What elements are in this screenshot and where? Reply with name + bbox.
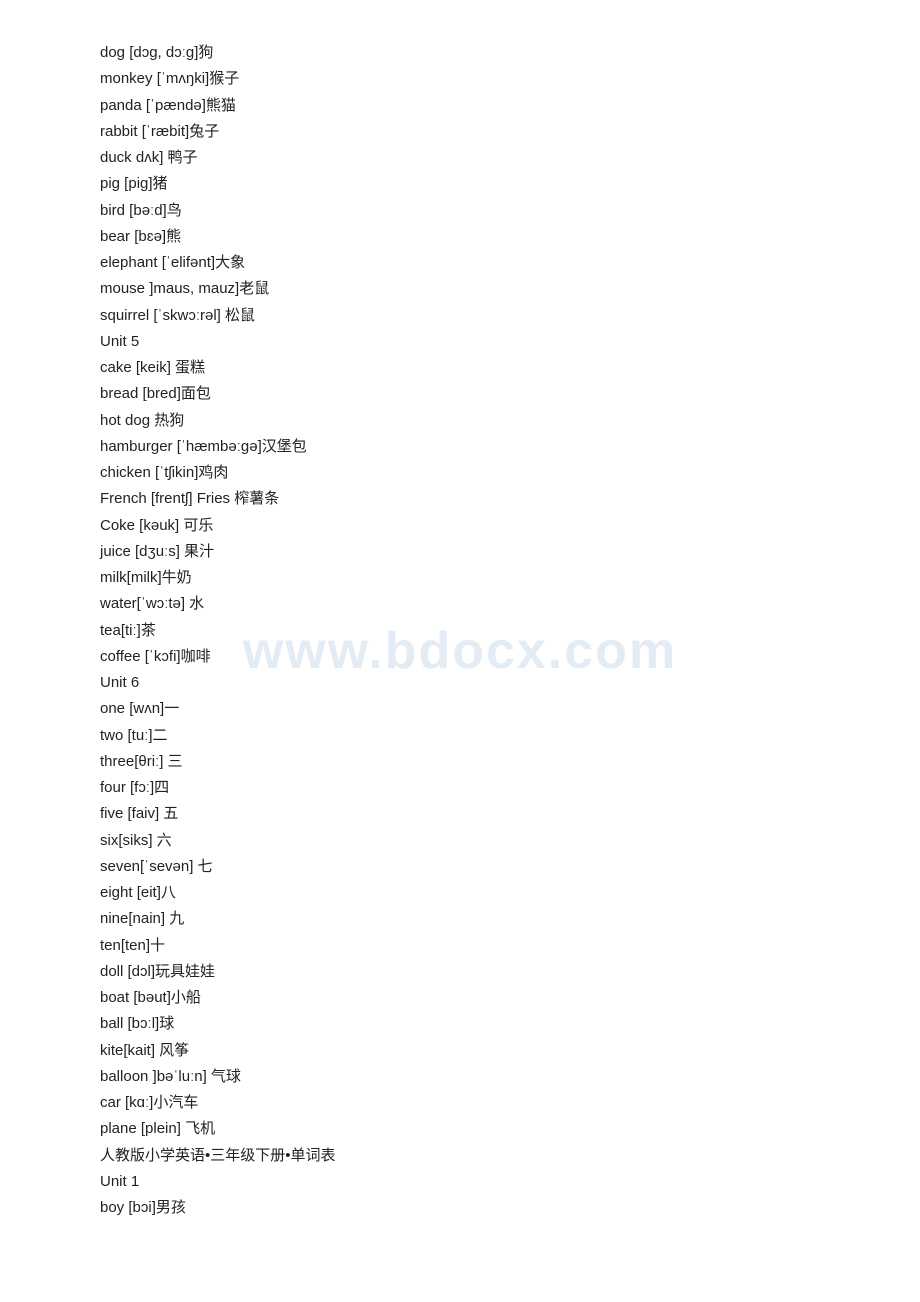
word-line: bear [bɛə]熊 (100, 224, 820, 250)
word-line: cake [keik] 蛋糕 (100, 355, 820, 381)
word-line: coffee [ˈkɔfi]咖啡 (100, 644, 820, 670)
word-line: three[θriː] 三 (100, 749, 820, 775)
word-line: five [faiv] 五 (100, 801, 820, 827)
word-line: Unit 6 (100, 670, 820, 696)
word-line: two [tuː]二 (100, 723, 820, 749)
word-line: dog [dɔg, dɔːg]狗 (100, 40, 820, 66)
word-line: one [wʌn]一 (100, 696, 820, 722)
word-line: Unit 5 (100, 329, 820, 355)
word-line: boat [bəut]小船 (100, 985, 820, 1011)
word-line: hamburger [ˈhæmbəːgə]汉堡包 (100, 434, 820, 460)
word-line: water[ˈwɔːtə] 水 (100, 591, 820, 617)
word-line: French [frentʃ] Fries 榨薯条 (100, 486, 820, 512)
word-line: plane [plein] 飞机 (100, 1116, 820, 1142)
word-line: six[siks] 六 (100, 828, 820, 854)
word-line: nine[nain] 九 (100, 906, 820, 932)
word-line: balloon ]bəˈluːn] 气球 (100, 1064, 820, 1090)
word-line: tea[tiː]茶 (100, 618, 820, 644)
word-line: seven[ˈsevən] 七 (100, 854, 820, 880)
word-line: panda [ˈpændə]熊猫 (100, 93, 820, 119)
word-line: car [kɑː]小汽车 (100, 1090, 820, 1116)
word-line: mouse ]maus, mauz]老鼠 (100, 276, 820, 302)
word-line: rabbit [ˈræbit]兔子 (100, 119, 820, 145)
word-line: hot dog 热狗 (100, 408, 820, 434)
word-line: monkey [ˈmʌŋki]猴子 (100, 66, 820, 92)
word-line: milk[milk]牛奶 (100, 565, 820, 591)
word-list: dog [dɔg, dɔːg]狗monkey [ˈmʌŋki]猴子panda [… (100, 40, 820, 1221)
word-line: chicken [ˈtʃikin]鸡肉 (100, 460, 820, 486)
word-line: duck dʌk] 鸭子 (100, 145, 820, 171)
word-line: ten[ten]十 (100, 933, 820, 959)
word-line: juice [dʒuːs] 果汁 (100, 539, 820, 565)
word-line: boy [bɔi]男孩 (100, 1195, 820, 1221)
word-line: four [fɔː]四 (100, 775, 820, 801)
word-line: Coke [kəuk] 可乐 (100, 513, 820, 539)
word-line: bird [bəːd]鸟 (100, 198, 820, 224)
word-line: bread [bred]面包 (100, 381, 820, 407)
word-line: kite[kait] 风筝 (100, 1038, 820, 1064)
word-line: eight [eit]八 (100, 880, 820, 906)
word-line: Unit 1 (100, 1169, 820, 1195)
word-line: 人教版小学英语•三年级下册•单词表 (100, 1143, 820, 1169)
word-line: squirrel [ˈskwɔːrəl] 松鼠 (100, 303, 820, 329)
word-line: pig [pig]猪 (100, 171, 820, 197)
word-line: doll [dɔl]玩具娃娃 (100, 959, 820, 985)
word-line: elephant [ˈelifənt]大象 (100, 250, 820, 276)
word-line: ball [bɔːl]球 (100, 1011, 820, 1037)
